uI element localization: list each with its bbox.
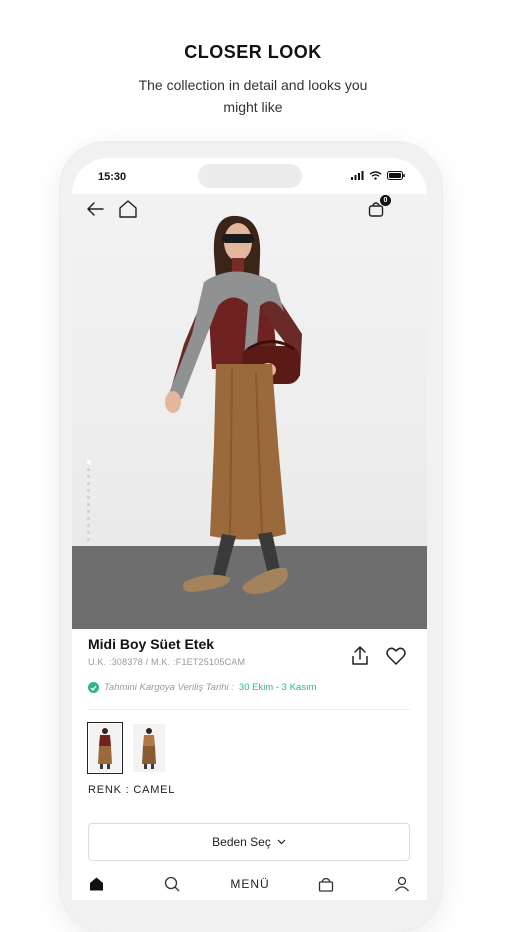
pagination-dot[interactable]	[87, 503, 90, 506]
pagination-dot[interactable]	[87, 460, 91, 464]
pagination-dot[interactable]	[87, 538, 90, 541]
back-button[interactable]	[84, 198, 106, 220]
pagination-dot[interactable]	[87, 482, 90, 485]
tab-profile[interactable]	[392, 874, 412, 894]
delivery-dates: 30 Ekim - 3 Kasım	[238, 682, 317, 693]
cart-count-badge: 0	[380, 195, 391, 206]
product-photo[interactable]	[72, 194, 427, 629]
search-icon	[164, 876, 180, 892]
status-time: 15:30	[98, 171, 127, 183]
status-icons	[351, 171, 405, 180]
battery-icon	[387, 171, 405, 180]
section-divider	[88, 709, 410, 710]
model-figure	[165, 215, 302, 594]
bottom-tab-bar: MENÜ	[72, 870, 427, 900]
swatch-thumbnail	[142, 728, 156, 769]
cart-button[interactable]: 0	[366, 195, 391, 219]
color-swatch-alternate[interactable]	[133, 724, 165, 772]
tab-menu[interactable]: MENÜ	[222, 874, 278, 894]
heart-icon	[386, 647, 406, 665]
pagination-dot[interactable]	[87, 468, 90, 471]
check-circle-icon	[88, 682, 99, 693]
product-name: Midi Boy Süet Etek	[88, 636, 215, 652]
pagination-dot[interactable]	[87, 524, 90, 527]
home-icon	[119, 200, 137, 218]
image-pagination	[87, 460, 91, 541]
select-size-button[interactable]: Beden Seç	[88, 823, 410, 861]
phone-screen: 15:30 0 Midi Boy Süet Etek U.K.:308378 …	[72, 158, 427, 900]
signal-icon	[351, 171, 364, 180]
top-navigation: 0	[72, 194, 427, 224]
home-icon	[89, 877, 103, 891]
share-button[interactable]	[348, 644, 372, 668]
pagination-dot[interactable]	[87, 510, 90, 513]
pagination-dot[interactable]	[87, 496, 90, 499]
status-bar: 15:30	[72, 158, 427, 194]
delivery-label: Tahmini Kargoya Veriliş Tarihi :	[104, 682, 234, 693]
pagination-dot[interactable]	[87, 517, 90, 520]
chevron-down-icon	[277, 839, 286, 845]
arrow-left-icon	[87, 202, 104, 216]
pagination-dot[interactable]	[87, 489, 90, 492]
color-swatch-camel[interactable]	[87, 722, 123, 774]
share-icon	[352, 646, 368, 665]
tab-search[interactable]	[162, 874, 182, 894]
bag-icon	[318, 877, 334, 892]
page-headline: CLOSER LOOK	[184, 42, 322, 62]
page-subheadline: The collection in detail and looks you m…	[138, 77, 368, 115]
delivery-estimate: Tahmini Kargoya Veriliş Tarihi : 30 Ekim…	[88, 682, 317, 693]
pagination-dot[interactable]	[87, 475, 90, 478]
tab-home[interactable]	[86, 874, 106, 894]
favorite-button[interactable]	[384, 644, 408, 668]
swatch-thumbnail	[98, 728, 112, 769]
pagination-dot[interactable]	[87, 531, 90, 534]
color-label: RENK : CAMEL	[88, 784, 176, 796]
home-button[interactable]	[116, 197, 140, 221]
wifi-icon	[369, 171, 382, 180]
profile-icon	[394, 876, 410, 892]
select-size-label: Beden Seç	[212, 835, 271, 849]
product-codes: U.K. :308378 / M.K. :F1ET25105CAM	[88, 657, 246, 667]
tab-bag[interactable]	[316, 874, 336, 894]
dynamic-island	[198, 164, 302, 188]
